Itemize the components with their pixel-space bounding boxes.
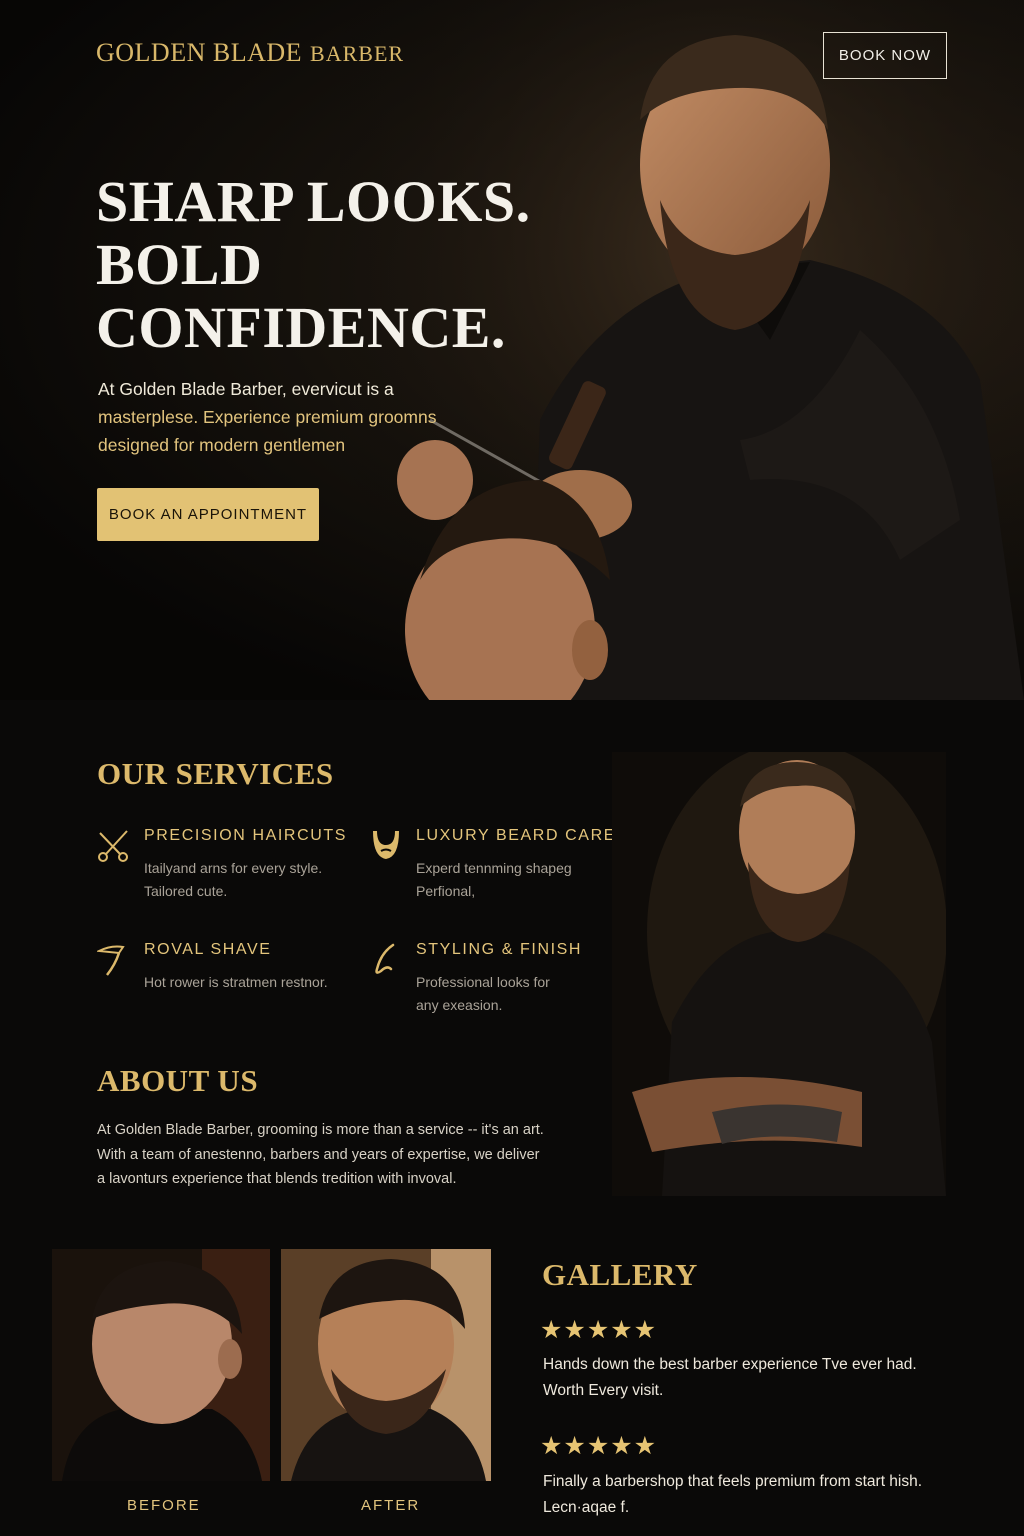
review-line: Worth Every visit. xyxy=(543,1382,664,1399)
styling-icon xyxy=(375,943,395,974)
hero-section: GOLDEN BLADE BARBER BOOK NOW SHARP LOOKS.… xyxy=(0,0,1024,700)
hero-copy-line: masterplese. Experience premium groomns xyxy=(98,407,437,427)
hero-copy-line: At Golden Blade Barber, evervicut is a xyxy=(98,379,394,399)
book-appointment-button[interactable]: BOOK AN APPOINTMENT xyxy=(97,488,319,541)
service-title: STYLING & FINISH xyxy=(416,941,583,958)
about-line: At Golden Blade Barber, grooming is more… xyxy=(97,1122,544,1138)
brand-logo[interactable]: GOLDEN BLADE BARBER xyxy=(96,38,404,68)
review-line: Finally a barbershop that feels premium … xyxy=(543,1473,923,1490)
about-title: ABOUT US xyxy=(97,1063,259,1098)
service-desc-line: Hot rower is stratmen restnor. xyxy=(144,974,328,990)
service-desc-line: any exeasion. xyxy=(416,997,503,1013)
service-title: LUXURY BEARD CARE xyxy=(416,827,616,844)
review-line: Hands down the best barber experience Tv… xyxy=(543,1356,917,1373)
before-label: BEFORE xyxy=(127,1497,201,1514)
hero-description: At Golden Blade Barber, evervicut is a m… xyxy=(98,375,478,459)
scissors-icon xyxy=(98,830,128,862)
hero-title-line: BOLD xyxy=(96,232,263,297)
service-desc-line: Professional looks for xyxy=(416,974,550,990)
brand-name: GOLDEN BLADE xyxy=(96,38,303,67)
gallery-title: GALLERY xyxy=(542,1257,698,1292)
service-title: PRECISION HAIRCUTS xyxy=(144,827,348,844)
page: GOLDEN BLADE BARBER BOOK NOW SHARP LOOKS.… xyxy=(0,0,1024,1536)
review-text: Finally a barbershop that feels premium … xyxy=(543,1469,963,1521)
service-title: ROVAL SHAVE xyxy=(144,941,272,958)
beard-icon xyxy=(373,831,399,859)
service-desc-line: Perfional, xyxy=(416,883,476,899)
review-rating-stars: ★★★★★ xyxy=(540,1316,658,1344)
hero-copy-line: designed for modern gentlemen xyxy=(98,435,346,455)
service-description: Itailyand arns for every style. Tailored… xyxy=(144,857,354,903)
after-label: AFTER xyxy=(361,1497,421,1514)
before-photo xyxy=(52,1249,270,1481)
hero-title-line: CONFIDENCE. xyxy=(96,295,506,360)
service-description: Professional looks for any exeasion. xyxy=(416,971,626,1017)
about-line: a lavonturs experience that blends tredi… xyxy=(97,1171,457,1187)
hero-title: SHARP LOOKS. BOLD CONFIDENCE. xyxy=(96,170,531,359)
service-description: Hot rower is stratmen restnor. xyxy=(144,971,354,994)
about-description: At Golden Blade Barber, grooming is more… xyxy=(97,1118,567,1192)
services-title: OUR SERVICES xyxy=(97,756,334,791)
review-line: Lecn·aqae f. xyxy=(543,1499,630,1516)
razor-icon xyxy=(97,945,125,976)
review-text: Hands down the best barber experience Tv… xyxy=(543,1352,963,1404)
review-rating-stars: ★★★★★ xyxy=(540,1432,658,1460)
service-desc-line: Itailyand arns for every style. xyxy=(144,860,323,876)
service-desc-line: Experd tennming shapeg xyxy=(416,860,572,876)
service-description: Experd tennming shapeg Perfional, xyxy=(416,857,626,903)
service-desc-line: Tailored cute. xyxy=(144,883,228,899)
book-now-button[interactable]: BOOK NOW xyxy=(823,32,947,79)
after-photo xyxy=(281,1249,491,1481)
barber-portrait-photo xyxy=(612,752,946,1196)
about-line: With a team of anestenno, barbers and ye… xyxy=(97,1146,540,1163)
brand-suffix: BARBER xyxy=(310,41,405,66)
hero-title-line: SHARP LOOKS. xyxy=(96,169,531,234)
